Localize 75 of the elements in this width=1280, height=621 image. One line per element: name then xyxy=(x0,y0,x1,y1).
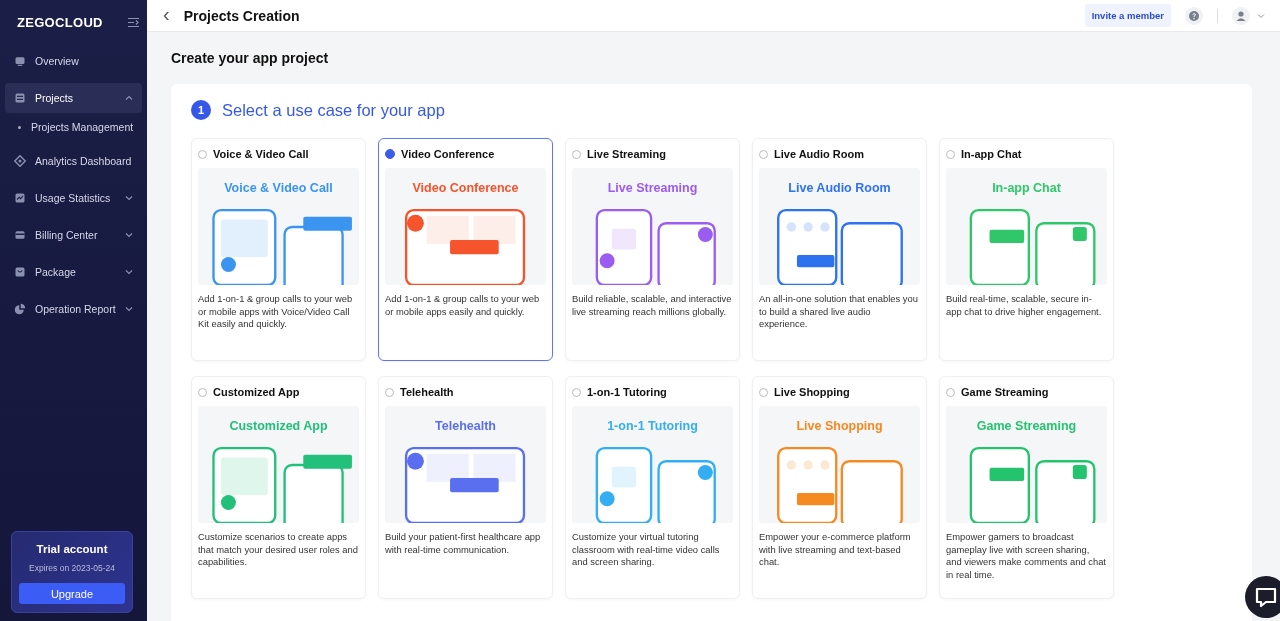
use-case-card[interactable]: Live Audio Room Live Audio Room An all-in-one solution that enables you to build a shared live audio experience. xyxy=(752,138,927,361)
card-title: Live Streaming xyxy=(587,148,666,160)
sidebar-menu-item[interactable]: Overview xyxy=(5,46,142,76)
card-title: Customized App xyxy=(213,386,300,398)
illustration-title: 1-on-1 Tutoring xyxy=(607,419,698,433)
use-case-card[interactable]: Live Shopping Live Shopping Empower your e-commerce platform with live streaming and text-based chat. xyxy=(752,376,927,599)
avatar-icon[interactable] xyxy=(1232,6,1266,25)
chevron-icon xyxy=(125,305,133,313)
card-description: Build real-time, scalable, secure in-app chat to drive higher engagement. xyxy=(946,293,1103,318)
sidebar-menu-item[interactable]: Billing Center xyxy=(5,220,142,250)
chevron-icon xyxy=(125,94,133,102)
use-case-card[interactable]: Telehealth Telehealth Build your patient-first healthcare app with real-time communication. xyxy=(378,376,553,599)
illustration-title: Voice & Video Call xyxy=(224,181,333,195)
illustration-title: Video Conference xyxy=(412,181,519,195)
sidebar-menu-item[interactable]: Projects xyxy=(5,83,142,113)
card-description: Add 1-on-1 & group calls to your web or mobile apps with Voice/Video Call Kit easily and quickly. xyxy=(198,293,354,331)
collapse-icon[interactable] xyxy=(128,17,139,28)
card-description: Customize your virtual tutoring classroom with real-time video calls and screen sharing. xyxy=(572,531,721,569)
card-title: 1-on-1 Tutoring xyxy=(587,386,667,398)
section-heading: Create your app project xyxy=(171,50,330,66)
use-case-card[interactable]: Voice & Video Call Voice & Video Call Add 1-on-1 & group calls to your web or mobile apps with Voice/Video Call Kit easily and quickly. xyxy=(191,138,366,361)
card-title: In-app Chat xyxy=(961,148,1022,160)
box-icon xyxy=(14,266,26,278)
chat-bubble-icon[interactable] xyxy=(1244,575,1280,619)
radio-button[interactable] xyxy=(385,149,395,159)
card-title: Voice & Video Call xyxy=(213,148,309,160)
step-title: Select a use case for your app xyxy=(222,100,445,120)
trial-title: Trial account xyxy=(35,543,109,555)
use-case-card[interactable]: Video Conference Video Conference Add 1-on-1 & group calls to your web or mobile apps easily and quickly. xyxy=(378,138,553,361)
upgrade-button[interactable]: Upgrade xyxy=(19,583,125,604)
card-title: Live Audio Room xyxy=(774,148,865,160)
diamond-icon xyxy=(14,155,26,167)
card-description: Empower gamers to broadcast gameplay live with screen sharing, and viewers make comments and chat in real time. xyxy=(946,531,1107,581)
card-description: Add 1-on-1 & group calls to your web or mobile apps easily and quickly. xyxy=(385,293,541,318)
illustration-title: Customized App xyxy=(229,419,328,433)
illustration-title: Live Streaming xyxy=(607,181,698,195)
logo: ZEGOCLOUD xyxy=(17,15,103,30)
sidebar-menu-item[interactable]: Analytics Dashboard xyxy=(5,146,142,176)
page-title: Projects Creation xyxy=(183,7,301,24)
back-button[interactable]: ‹ xyxy=(163,4,170,24)
invite-member-button[interactable]: Invite a member xyxy=(1084,4,1171,27)
illustration-title: Live Shopping xyxy=(796,419,883,433)
card-description: Build reliable, scalable, and interactive live streaming reach millions globally. xyxy=(572,293,733,318)
card-description: Build your patient-first healthcare app with real-time communication. xyxy=(385,531,542,556)
illustration-title: Telehealth xyxy=(435,419,496,433)
chevron-icon xyxy=(125,268,133,276)
step-number: 1 xyxy=(191,100,211,120)
sidebar-submenu-item[interactable]: Projects Management xyxy=(0,116,147,138)
chart-icon xyxy=(14,192,26,204)
use-case-card[interactable]: Game Streaming Game Streaming Empower gamers to broadcast gameplay live with screen sharing, and viewers make comments and chat in real time. xyxy=(939,376,1114,599)
sidebar-menu-item[interactable]: Package xyxy=(5,257,142,287)
grid-icon xyxy=(14,92,26,104)
card-description: An all-in-one solution that enables you to build a shared live audio experience. xyxy=(759,293,919,331)
pie-icon xyxy=(14,303,26,315)
card-description: Customize scenarios to create apps that match your desired user roles and capabilities. xyxy=(198,531,359,569)
card-title: Video Conference xyxy=(401,148,495,160)
use-case-card[interactable]: In-app Chat In-app Chat Build real-time, scalable, secure in-app chat to drive higher engagement. xyxy=(939,138,1114,361)
use-case-card[interactable]: Live Streaming Live Streaming Build reliable, scalable, and interactive live streaming reach millions globally. xyxy=(565,138,740,361)
illustration-title: Live Audio Room xyxy=(788,181,891,195)
help-icon[interactable] xyxy=(1185,6,1203,25)
card-title: Live Shopping xyxy=(774,386,850,398)
use-case-card[interactable]: 1-on-1 Tutoring 1-on-1 Tutoring Customize your virtual tutoring classroom with real-time video calls and screen sharing. xyxy=(565,376,740,599)
card-description: Empower your e-commerce platform with live streaming and text-based chat. xyxy=(759,531,912,569)
card-title: Telehealth xyxy=(400,386,454,398)
illustration-title: In-app Chat xyxy=(992,181,1061,195)
card-title: Game Streaming xyxy=(961,386,1049,398)
sidebar-menu-item[interactable]: Operation Report xyxy=(5,294,142,324)
illustration-title: Game Streaming xyxy=(976,419,1077,433)
chevron-icon xyxy=(125,194,133,202)
sidebar-menu-item[interactable]: Usage Statistics xyxy=(5,183,142,213)
expiry-text: Expires on 2023-05-24 xyxy=(28,563,116,573)
use-case-card[interactable]: Customized App Customized App Customize scenarios to create apps that match your desired user roles and capabilities. xyxy=(191,376,366,599)
monitor-icon xyxy=(14,55,26,67)
chevron-icon xyxy=(125,231,133,239)
card-icon xyxy=(14,229,26,241)
